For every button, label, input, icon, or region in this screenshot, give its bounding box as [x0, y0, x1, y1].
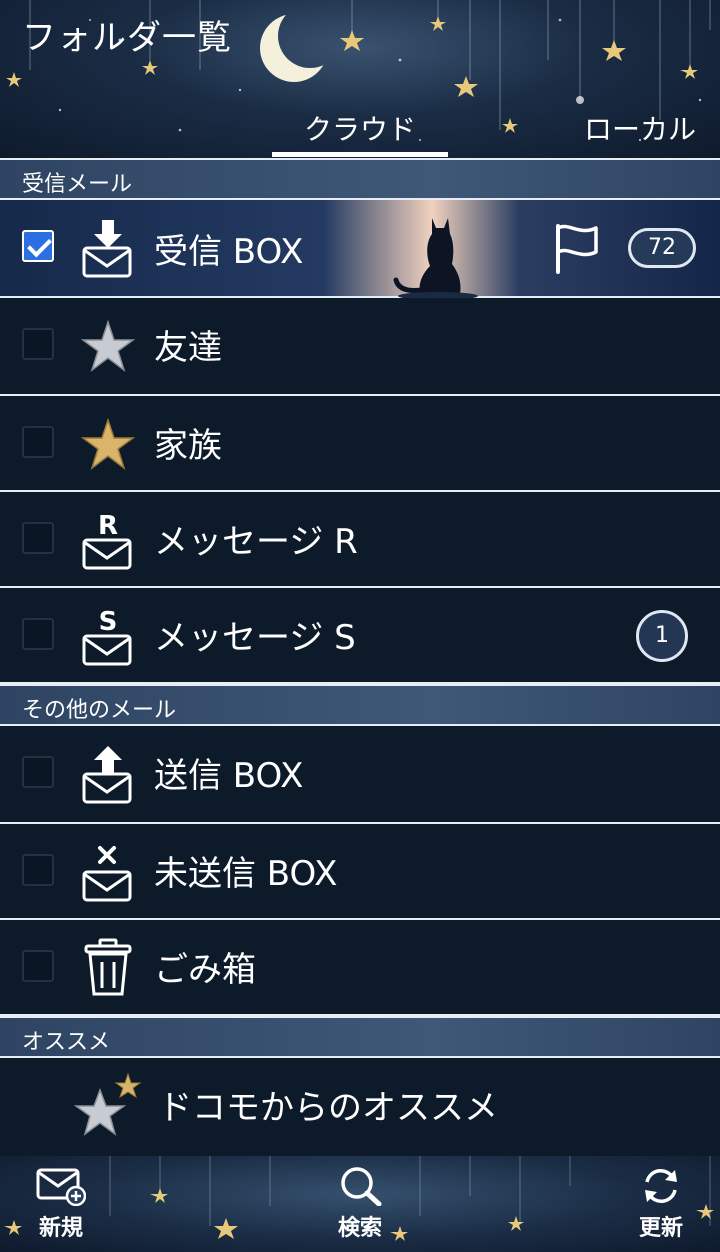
folder-checkbox[interactable] [22, 230, 54, 262]
folder-row-message-s[interactable]: S メッセージ S 1 [0, 588, 720, 684]
folder-label: メッセージ S [154, 618, 356, 658]
crescent-moon-icon [260, 14, 328, 82]
folder-checkbox[interactable] [22, 426, 54, 458]
folder-label: 友達 [154, 328, 222, 368]
folder-checkbox[interactable] [22, 950, 54, 982]
search-button[interactable]: 検索 [305, 1166, 415, 1246]
folder-row-unsent[interactable]: 未送信 BOX [0, 824, 720, 920]
app-header: フォルダ一覧 クラウド ローカル [0, 0, 720, 158]
folder-row-trash[interactable]: ごみ箱 [0, 920, 720, 1016]
folder-row-docomo-recommend[interactable]: ドコモからのオススメ [0, 1058, 720, 1156]
message-s-icon: S [80, 606, 136, 666]
svg-text:S: S [99, 607, 118, 637]
new-mail-label: 新規 [38, 1216, 83, 1241]
folder-row-friends[interactable]: 友達 [0, 298, 720, 396]
message-r-icon: R [80, 510, 136, 570]
folder-row-message-r[interactable]: R メッセージ R [0, 492, 720, 588]
section-header-recommend: オススメ [0, 1016, 720, 1058]
recommend-stars-icon [74, 1072, 144, 1142]
refresh-label: 更新 [638, 1216, 683, 1241]
folder-label: 送信 BOX [154, 756, 304, 796]
refresh-button[interactable]: 更新 [606, 1166, 716, 1246]
new-mail-icon [36, 1168, 86, 1206]
section-header-label: その他のメール [22, 698, 177, 723]
section-header-other: その他のメール [0, 684, 720, 726]
tab-cloud[interactable]: クラウド [272, 108, 448, 148]
folder-checkbox[interactable] [22, 756, 54, 788]
cat-silhouette-image [393, 218, 478, 298]
folder-label: ごみ箱 [154, 950, 256, 990]
outbox-upload-icon [80, 744, 136, 804]
bottom-toolbar: 新規 検索 更新 [0, 1156, 720, 1252]
flag-icon[interactable] [552, 222, 600, 274]
section-header-inbox: 受信メール [0, 158, 720, 200]
folder-label: 家族 [154, 426, 222, 466]
folder-row-outbox[interactable]: 送信 BOX [0, 726, 720, 824]
folder-row-inbox[interactable]: 受信 BOX 72 [0, 200, 720, 298]
section-header-label: オススメ [22, 1030, 111, 1055]
unread-count-badge: 72 [628, 228, 696, 268]
folder-checkbox[interactable] [22, 618, 54, 650]
silver-star-icon [80, 316, 136, 376]
page-title: フォルダ一覧 [22, 18, 232, 58]
active-tab-indicator [272, 152, 448, 157]
unsent-mail-icon [80, 842, 136, 902]
trash-icon [80, 938, 136, 998]
inbox-download-icon [80, 218, 136, 278]
new-mail-button[interactable]: 新規 [6, 1166, 116, 1246]
folder-label: メッセージ R [154, 522, 358, 562]
folder-label: 未送信 BOX [154, 854, 338, 894]
folder-checkbox[interactable] [22, 328, 54, 360]
folder-label: 受信 BOX [154, 232, 304, 272]
svg-text:R: R [98, 511, 118, 541]
gold-star-icon [80, 414, 136, 474]
folder-checkbox[interactable] [22, 522, 54, 554]
search-icon [341, 1167, 382, 1206]
refresh-icon [645, 1169, 677, 1203]
folder-label: ドコモからのオススメ [158, 1088, 498, 1128]
folder-checkbox[interactable] [22, 854, 54, 886]
section-header-label: 受信メール [22, 172, 133, 197]
folder-row-family[interactable]: 家族 [0, 396, 720, 492]
unread-count-badge: 1 [636, 610, 688, 662]
tab-local[interactable]: ローカル [560, 108, 720, 148]
search-label: 検索 [337, 1216, 382, 1241]
